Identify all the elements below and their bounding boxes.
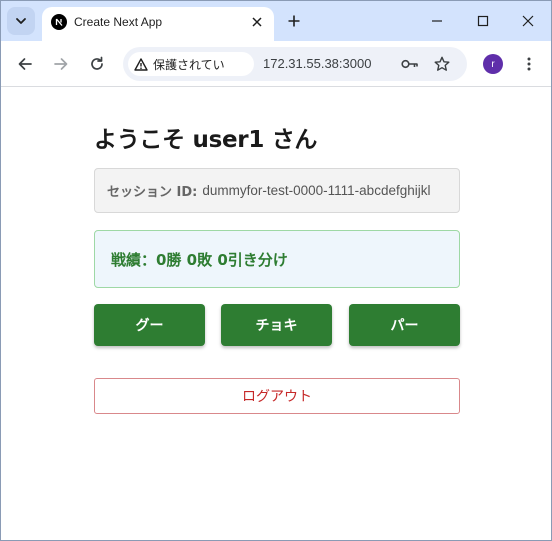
url-text[interactable]: 172.31.55.38:3000 xyxy=(263,56,371,71)
toolbar: 保護されてい 172.31.55.38:3000 r xyxy=(1,41,551,87)
plus-icon xyxy=(288,15,300,27)
logout-button[interactable]: ログアウト xyxy=(94,378,460,414)
address-bar[interactable]: 保護されてい 172.31.55.38:3000 xyxy=(123,47,467,81)
security-chip[interactable]: 保護されてい xyxy=(128,52,254,76)
session-info: セッション ID: dummyfor-test-0000-1111-abcdef… xyxy=(94,168,460,213)
record-summary: 戦績：0勝 0敗 0引き分け xyxy=(94,230,460,288)
warning-icon xyxy=(134,57,148,71)
maximize-button[interactable] xyxy=(468,7,498,35)
arrow-left-icon xyxy=(18,58,32,70)
tab-close-button[interactable] xyxy=(248,13,266,31)
close-icon xyxy=(252,17,262,27)
reload-icon xyxy=(91,56,103,70)
maximize-icon xyxy=(477,15,489,27)
session-label: セッション ID: xyxy=(107,185,198,200)
security-chip-label: 保護されてい xyxy=(153,57,225,72)
session-value: dummyfor-test-0000-1111-abcdefghijkl xyxy=(202,183,431,198)
page-content: ようこそ user1 さん セッション ID: dummyfor-test-00… xyxy=(1,88,551,540)
reload-button[interactable] xyxy=(84,51,110,77)
tab-title: Create Next App xyxy=(74,15,163,29)
window-close-button[interactable] xyxy=(513,7,543,35)
new-tab-button[interactable] xyxy=(283,10,305,32)
nextjs-icon xyxy=(51,14,67,30)
minimize-icon xyxy=(432,20,442,22)
star-icon xyxy=(434,56,450,71)
key-icon xyxy=(401,59,418,69)
bookmark-button[interactable] xyxy=(432,54,452,74)
password-key-button[interactable] xyxy=(400,54,420,74)
rock-button[interactable]: グー xyxy=(94,304,205,346)
back-button[interactable] xyxy=(12,51,38,77)
paper-button[interactable]: パー xyxy=(349,304,460,346)
scissors-button[interactable]: チョキ xyxy=(221,304,332,346)
tab-create-next-app[interactable]: Create Next App xyxy=(42,7,274,41)
minimize-button[interactable] xyxy=(422,7,452,35)
welcome-heading: ようこそ user1 さん xyxy=(94,127,318,153)
forward-button[interactable] xyxy=(48,51,74,77)
profile-avatar[interactable]: r xyxy=(483,54,503,74)
arrow-right-icon xyxy=(54,58,68,70)
browser-menu-button[interactable] xyxy=(519,53,539,75)
browser-window: Create Next App 保護されてい 172.31.55.38:3000… xyxy=(0,0,552,541)
close-icon xyxy=(522,15,534,27)
tab-strip: Create Next App xyxy=(1,1,551,41)
more-vert-icon xyxy=(527,57,531,71)
chevron-down-icon xyxy=(16,18,26,24)
tab-search-button[interactable] xyxy=(7,7,35,35)
